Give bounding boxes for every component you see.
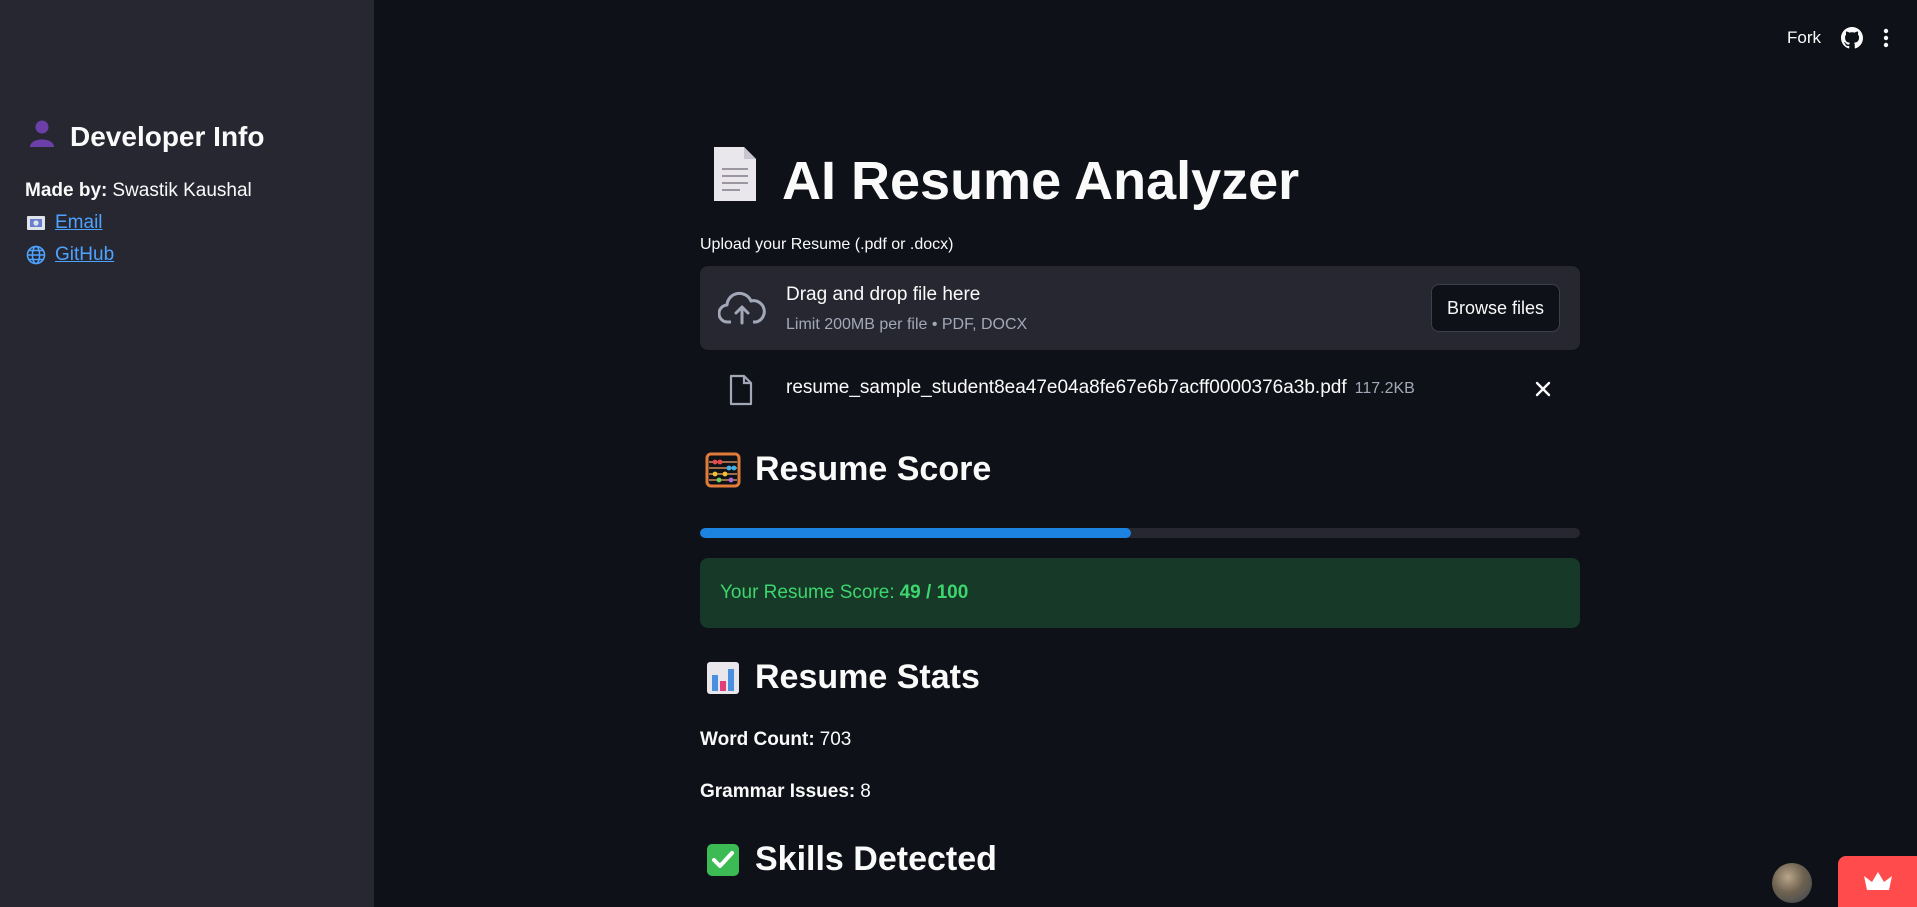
resume-stats-heading: Resume Stats — [705, 658, 980, 697]
word-count-label: Word Count: — [700, 729, 815, 750]
score-progress-bar — [700, 528, 1580, 538]
more-vert-icon[interactable] — [1883, 28, 1889, 48]
score-value: 49 / 100 — [899, 582, 969, 603]
word-count-value: 703 — [819, 729, 852, 750]
grammar-issues-value: 8 — [860, 781, 871, 802]
bar-chart-icon — [705, 660, 741, 696]
email-line: Email — [25, 212, 103, 234]
score-progress-fill — [700, 528, 1132, 538]
word-count-line: Word Count: 703 — [700, 729, 851, 751]
uploaded-file-row: resume_sample_student8ea47e04a8fe67e6b7a… — [700, 368, 1580, 412]
sidebar-title: Developer Info — [26, 118, 264, 155]
file-icon — [728, 374, 754, 411]
github-line: GitHub — [25, 244, 114, 266]
cloud-upload-icon — [717, 290, 766, 331]
resume-score-heading: Resume Score — [705, 450, 991, 489]
document-icon — [710, 145, 760, 216]
grammar-issues-line: Grammar Issues: 8 — [700, 781, 871, 803]
skills-detected-heading: Skills Detected — [705, 840, 997, 879]
made-by-label: Made by: — [25, 180, 108, 201]
dropzone-instructions: Drag and drop file here — [786, 284, 981, 305]
page-title: AI Resume Analyzer — [710, 145, 1299, 216]
top-bar: Fork — [1787, 0, 1917, 76]
github-icon[interactable] — [1841, 27, 1863, 49]
grammar-issues-label: Grammar Issues: — [700, 781, 856, 802]
made-by-line: Made by: Swastik Kaushal — [25, 180, 252, 202]
skills-detected-heading-text: Skills Detected — [755, 840, 997, 878]
score-label: Your Resume Score: — [720, 582, 895, 603]
email-link[interactable]: Email — [55, 212, 103, 234]
browse-files-button[interactable]: Browse files — [1430, 284, 1560, 332]
file-name-text: resume_sample_student8ea47e04a8fe67e6b7a… — [786, 377, 1347, 398]
resume-score-heading-text: Resume Score — [755, 450, 992, 488]
abacus-icon — [705, 452, 741, 488]
resume-stats-heading-text: Resume Stats — [755, 658, 980, 696]
page-title-text: AI Resume Analyzer — [782, 150, 1300, 211]
file-dropzone[interactable]: Drag and drop file here Limit 200MB per … — [700, 266, 1580, 350]
github-link[interactable]: GitHub — [55, 244, 114, 266]
streamlit-badge[interactable] — [1838, 856, 1917, 907]
crown-icon — [1864, 872, 1892, 890]
remove-file-icon[interactable] — [1534, 380, 1552, 403]
sidebar-title-text: Developer Info — [70, 120, 265, 152]
dropzone-limit: Limit 200MB per file • PDF, DOCX — [786, 316, 1028, 333]
file-name: resume_sample_student8ea47e04a8fe67e6b7a… — [786, 377, 1415, 399]
file-size: 117.2KB — [1354, 380, 1415, 397]
check-mark-icon — [705, 842, 741, 878]
sidebar: Developer Info Made by: Swastik Kaushal … — [0, 0, 374, 907]
person-icon — [26, 118, 58, 155]
score-alert: Your Resume Score: 49 / 100 — [700, 558, 1580, 628]
globe-icon — [25, 245, 47, 265]
made-by-value: Swastik Kaushal — [112, 180, 252, 201]
fork-button[interactable]: Fork — [1787, 28, 1821, 48]
avatar[interactable] — [1772, 863, 1812, 903]
email-icon — [25, 215, 47, 231]
upload-label: Upload your Resume (.pdf or .docx) — [700, 236, 954, 253]
